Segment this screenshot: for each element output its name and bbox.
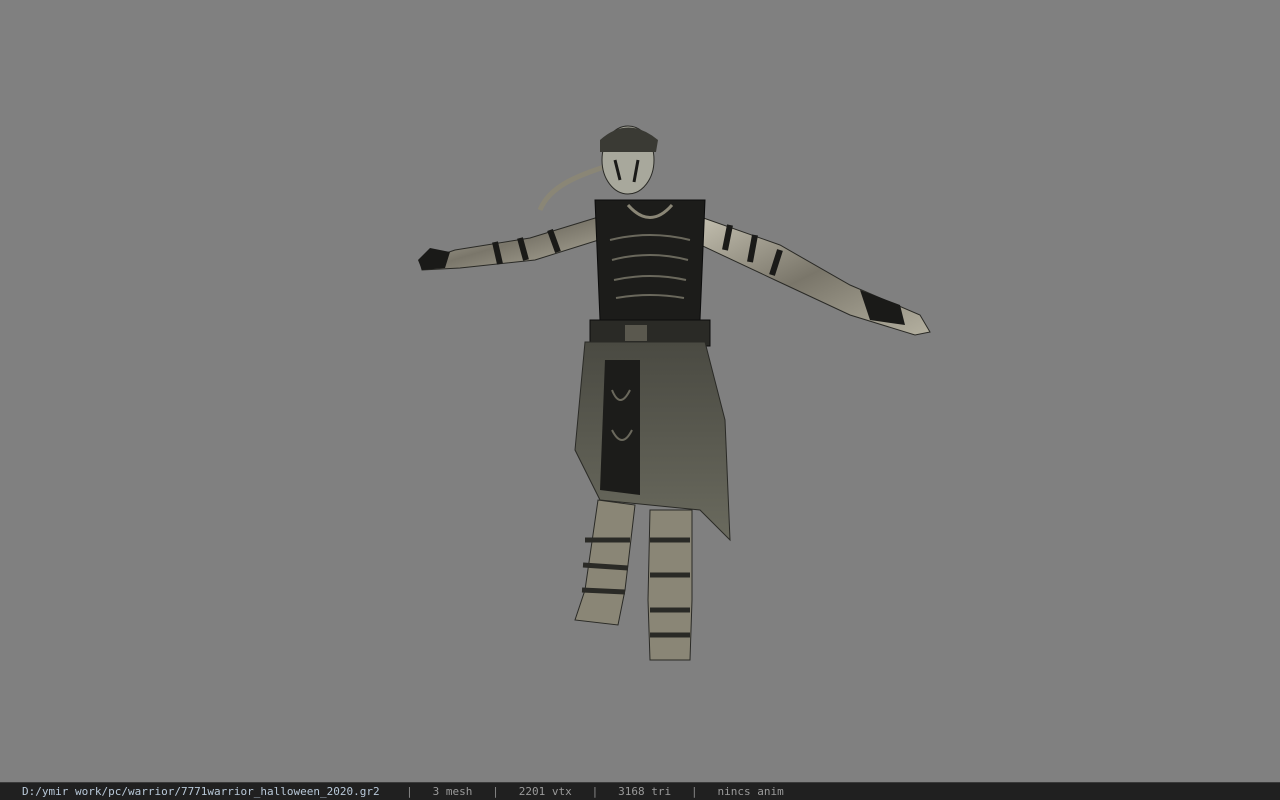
separator: | [591, 785, 599, 798]
character-model [418, 125, 931, 661]
file-path-label: D:/ymir work/pc/warrior/7771warrior_hall… [22, 785, 380, 798]
triangle-count-label: 3168 tri [618, 785, 672, 798]
separator: | [492, 785, 499, 798]
status-bar: D:/ymir work/pc/warrior/7771warrior_hall… [0, 782, 1280, 800]
separator: | [406, 785, 413, 798]
vertex-count-label: 2201 vtx [518, 785, 572, 798]
animation-status-label: nincs anim [717, 785, 784, 798]
3d-viewport[interactable] [0, 0, 1280, 782]
separator: | [690, 785, 698, 798]
mesh-count-label: 3 mesh [432, 785, 473, 798]
